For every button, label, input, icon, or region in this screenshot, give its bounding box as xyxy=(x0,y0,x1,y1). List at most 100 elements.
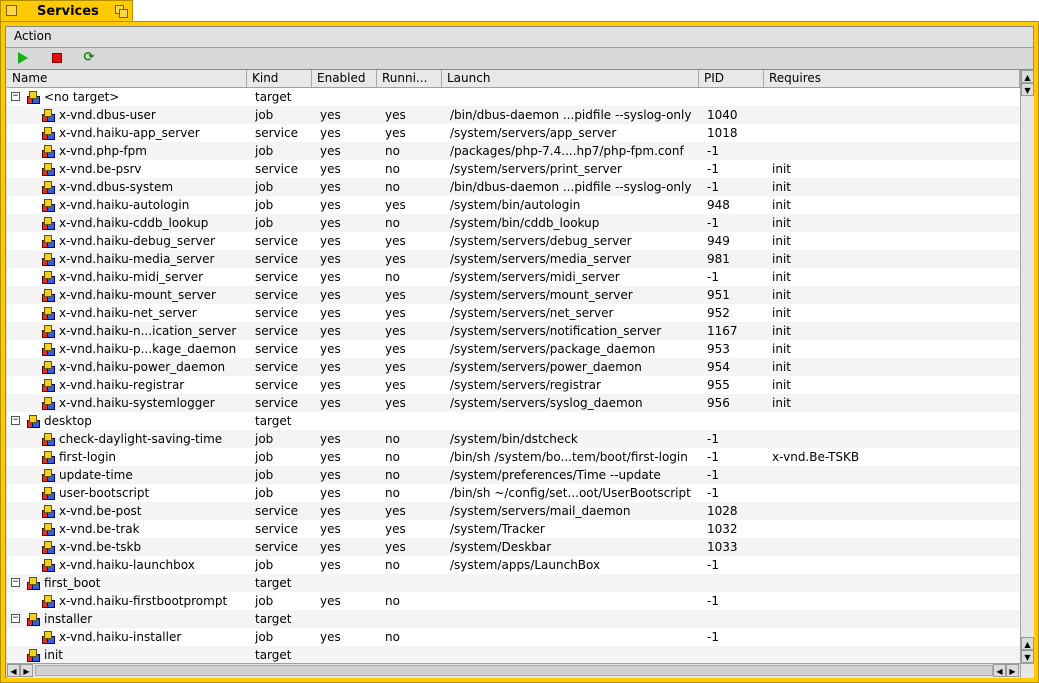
collapse-toggle-icon[interactable]: − xyxy=(11,578,20,587)
scroll-thumb[interactable] xyxy=(35,665,993,676)
cell-kind: job xyxy=(255,630,274,644)
table-row[interactable]: − desktop target xyxy=(7,412,1020,430)
cell-enabled: yes xyxy=(320,522,341,536)
cell-requires: init xyxy=(772,360,791,374)
table-row[interactable]: update-time job yes no/system/preferences/T… xyxy=(7,466,1020,484)
table-row[interactable]: x-vnd.haiku-power_daemon service yes yes/sy… xyxy=(7,358,1020,376)
table-row[interactable]: x-vnd.haiku-registrar service yes yes/syste… xyxy=(7,376,1020,394)
restart-icon[interactable]: ⟳ xyxy=(82,51,96,65)
cell-kind: job xyxy=(255,108,274,122)
cell-launch: /bin/dbus-daemon ...pidfile --syslog-onl… xyxy=(450,180,692,194)
table-row[interactable]: x-vnd.php-fpm job yes no/packages/php-7.4..… xyxy=(7,142,1020,160)
cell-name: x-vnd.be-psrv xyxy=(59,162,142,176)
service-icon xyxy=(41,468,55,482)
cell-launch xyxy=(450,574,697,592)
cell-name: x-vnd.haiku-cddb_lookup xyxy=(59,216,209,230)
cell-running: no xyxy=(385,180,400,194)
table-row[interactable]: init target xyxy=(7,646,1020,663)
table-row[interactable]: x-vnd.haiku-media_server service yes yes/sy… xyxy=(7,250,1020,268)
column-header-kind[interactable]: Kind xyxy=(247,70,312,87)
column-header-launch[interactable]: Launch xyxy=(442,70,699,87)
close-icon[interactable] xyxy=(6,5,17,16)
table-row[interactable]: x-vnd.haiku-cddb_lookup job yes no/system/b… xyxy=(7,214,1020,232)
table-row[interactable]: x-vnd.haiku-n...ication_server service yes… xyxy=(7,322,1020,340)
cell-pid: -1 xyxy=(707,432,719,446)
table-row[interactable]: − <no target> target xyxy=(7,88,1020,106)
table-row[interactable]: x-vnd.haiku-debug_server service yes yes/sy… xyxy=(7,232,1020,250)
table-row[interactable]: x-vnd.dbus-system job yes no/bin/dbus-daemo… xyxy=(7,178,1020,196)
scroll-down-icon[interactable]: ▼ xyxy=(1021,83,1034,96)
scroll-left-icon[interactable]: ◀ xyxy=(7,664,20,677)
cell-enabled: yes xyxy=(320,504,341,518)
table-row[interactable]: user-bootscript job yes no/bin/sh ~/config/… xyxy=(7,484,1020,502)
scroll-right-icon[interactable]: ▶ xyxy=(1006,664,1019,677)
cell-name: x-vnd.haiku-app_server xyxy=(59,126,200,140)
cell-enabled: yes xyxy=(320,144,341,158)
table-row[interactable]: x-vnd.haiku-installer job yes no -1 xyxy=(7,628,1020,646)
table-row[interactable]: − first_boot target xyxy=(7,574,1020,592)
menu-action[interactable]: Action xyxy=(14,29,52,43)
table-row[interactable]: x-vnd.be-psrv service yes no/system/servers… xyxy=(7,160,1020,178)
cell-enabled: yes xyxy=(320,432,341,446)
play-icon[interactable] xyxy=(16,51,30,65)
scroll-up-icon[interactable]: ▲ xyxy=(1021,637,1034,650)
column-header-pid[interactable]: PID xyxy=(699,70,764,87)
services-list[interactable]: Name Kind Enabled Runni... Launch PID Requires… xyxy=(7,69,1034,678)
horizontal-scrollbar[interactable]: ◀ ▶ ◀ ▶ xyxy=(7,663,1020,678)
table-row[interactable]: x-vnd.haiku-p...kage_daemon service yes yes… xyxy=(7,340,1020,358)
table-row[interactable]: x-vnd.haiku-autologin job yes yes/system/bi… xyxy=(7,196,1020,214)
collapse-toggle-icon[interactable]: − xyxy=(11,614,20,623)
cell-requires xyxy=(772,484,1018,502)
table-row[interactable]: x-vnd.dbus-user job yes yes/bin/dbus-daemon… xyxy=(7,106,1020,124)
cell-pid: -1 xyxy=(707,180,719,194)
cell-launch: /system/servers/midi_server xyxy=(450,270,620,284)
service-icon xyxy=(41,216,55,230)
table-row[interactable]: x-vnd.haiku-systemlogger service yes yes/sy… xyxy=(7,394,1020,412)
table-row[interactable]: x-vnd.be-tskb service yes yes/system/Deskba… xyxy=(7,538,1020,556)
cell-requires: init xyxy=(772,324,791,338)
column-header-enabled[interactable]: Enabled xyxy=(312,70,377,87)
cell-running: yes xyxy=(385,540,406,554)
cell-kind: target xyxy=(255,90,292,104)
service-icon xyxy=(41,324,55,338)
scroll-left-icon[interactable]: ◀ xyxy=(993,664,1006,677)
resize-corner[interactable] xyxy=(1020,663,1034,678)
cell-enabled: yes xyxy=(320,216,341,230)
collapse-toggle-icon[interactable]: − xyxy=(11,92,20,101)
cell-kind: job xyxy=(255,594,274,608)
cell-enabled: yes xyxy=(320,468,341,482)
stop-icon[interactable] xyxy=(50,51,64,65)
zoom-icon[interactable] xyxy=(115,5,128,18)
column-header-running[interactable]: Runni... xyxy=(377,70,442,87)
column-header-requires[interactable]: Requires xyxy=(764,70,1020,87)
scroll-right-icon[interactable]: ▶ xyxy=(20,664,33,677)
cell-pid: -1 xyxy=(707,270,719,284)
service-icon xyxy=(41,108,55,122)
cell-name: x-vnd.haiku-power_daemon xyxy=(59,360,226,374)
table-row[interactable]: x-vnd.haiku-net_server service yes yes/syst… xyxy=(7,304,1020,322)
table-row[interactable]: first-login job yes no/bin/sh /system/bo...… xyxy=(7,448,1020,466)
column-header-name[interactable]: Name xyxy=(7,70,247,87)
cell-pid: 952 xyxy=(707,306,730,320)
cell-requires: init xyxy=(772,162,791,176)
cell-enabled: yes xyxy=(320,360,341,374)
table-row[interactable]: x-vnd.be-trak service yes yes/system/Tracke… xyxy=(7,520,1020,538)
table-row[interactable]: x-vnd.haiku-launchbox job yes no/system/app… xyxy=(7,556,1020,574)
cell-kind: service xyxy=(255,522,298,536)
table-row[interactable]: x-vnd.haiku-app_server service yes yes/syst… xyxy=(7,124,1020,142)
scroll-down-icon[interactable]: ▼ xyxy=(1021,650,1034,663)
table-row[interactable]: x-vnd.haiku-midi_server service yes no/syst… xyxy=(7,268,1020,286)
collapse-toggle-icon[interactable]: − xyxy=(11,416,20,425)
table-row[interactable]: − installer target xyxy=(7,610,1020,628)
cell-enabled: yes xyxy=(320,594,341,608)
table-row[interactable]: check-daylight-saving-time job yes no/syste… xyxy=(7,430,1020,448)
window-tab[interactable]: Services xyxy=(0,0,133,22)
table-row[interactable]: x-vnd.haiku-firstbootprompt job yes no -1 xyxy=(7,592,1020,610)
table-row[interactable]: x-vnd.be-post service yes yes/system/server… xyxy=(7,502,1020,520)
scroll-up-icon[interactable]: ▲ xyxy=(1021,70,1034,83)
cell-name: x-vnd.haiku-autologin xyxy=(59,198,190,212)
vertical-scrollbar[interactable]: ▲ ▼ ▲ ▼ xyxy=(1020,70,1034,663)
cell-launch: /system/Deskbar xyxy=(450,540,552,554)
table-row[interactable]: x-vnd.haiku-mount_server service yes yes/sy… xyxy=(7,286,1020,304)
cell-requires xyxy=(772,124,1018,142)
